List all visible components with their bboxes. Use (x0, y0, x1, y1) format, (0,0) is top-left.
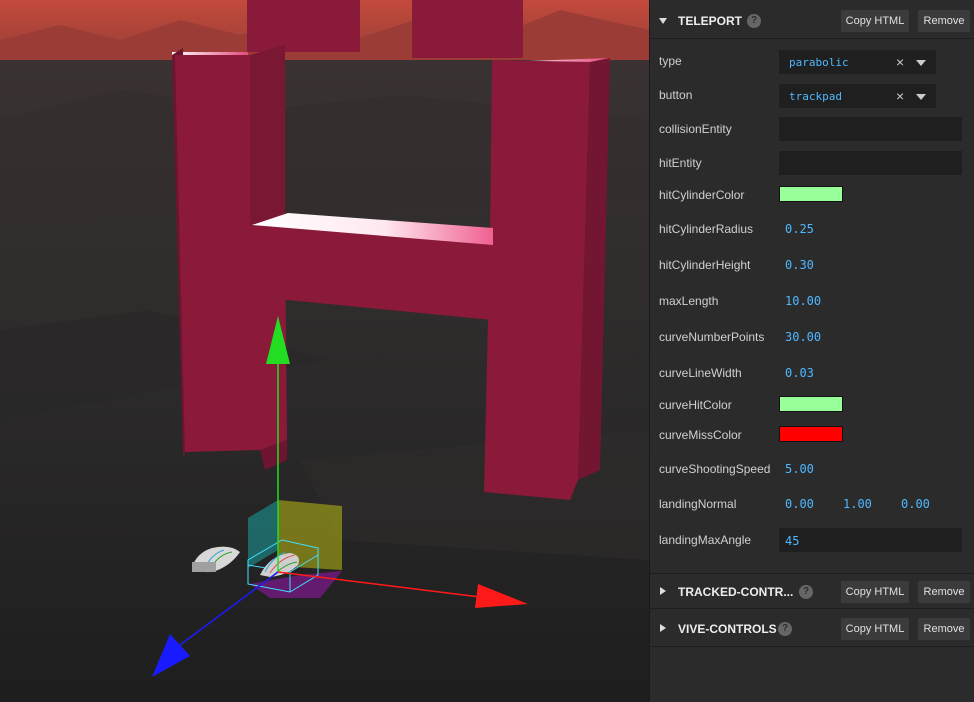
collapse-arrow-icon[interactable] (659, 18, 667, 24)
scene-canvas[interactable] (0, 0, 649, 702)
prop-label: type (659, 54, 682, 68)
inspector-panel: TELEPORT ? Copy HTML Remove type parabol… (649, 0, 974, 702)
clear-icon[interactable]: × (896, 88, 904, 104)
hit-cylinder-height-input[interactable]: 0.30 (785, 258, 814, 272)
prop-row-collision-entity: collisionEntity (650, 114, 974, 144)
landing-normal-x-input[interactable]: 0.00 (785, 497, 814, 511)
expand-arrow-icon[interactable] (660, 624, 666, 632)
component-title: TELEPORT (678, 14, 743, 28)
prop-row-curve-hit-color: curveHitColor (650, 390, 974, 420)
curve-miss-color-swatch[interactable] (779, 426, 843, 442)
chevron-down-icon[interactable] (916, 94, 926, 100)
hit-entity-input[interactable] (779, 151, 962, 175)
prop-label: landingNormal (659, 497, 737, 511)
component-header-teleport[interactable]: TELEPORT ? Copy HTML Remove (650, 3, 974, 39)
prop-row-curve-shooting-speed: curveShootingSpeed 5.00 (650, 454, 974, 484)
component-header-vive-controls[interactable]: VIVE-CONTROLS ? Copy HTML Remove (650, 611, 974, 647)
remove-button[interactable]: Remove (918, 581, 970, 603)
prop-label: curveMissColor (659, 428, 742, 442)
prop-label: maxLength (659, 294, 719, 308)
landing-normal-z-input[interactable]: 0.00 (901, 497, 930, 511)
landing-normal-y-input[interactable]: 1.00 (843, 497, 872, 511)
prop-label: hitCylinderColor (659, 188, 745, 202)
prop-label: curveNumberPoints (659, 330, 765, 344)
curve-hit-color-swatch[interactable] (779, 396, 843, 412)
prop-row-curve-miss-color: curveMissColor (650, 420, 974, 450)
scene-viewport[interactable] (0, 0, 649, 702)
prop-row-landing-max-angle: landingMaxAngle 45 (650, 525, 974, 555)
prop-row-type: type parabolic × (650, 46, 974, 76)
hit-cylinder-color-swatch[interactable] (779, 186, 843, 202)
expand-arrow-icon[interactable] (660, 587, 666, 595)
copy-html-button[interactable]: Copy HTML (841, 10, 909, 32)
question-circle-icon[interactable]: ? (799, 585, 813, 599)
prop-label: curveShootingSpeed (659, 462, 771, 476)
clear-icon[interactable]: × (896, 54, 904, 70)
prop-label: landingMaxAngle (659, 533, 752, 547)
prop-row-button: button trackpad × (650, 80, 974, 110)
prop-row-landing-normal: landingNormal 0.00 1.00 0.00 (650, 489, 974, 519)
curve-number-points-input[interactable]: 30.00 (785, 330, 821, 344)
prop-row-curve-number-points: curveNumberPoints 30.00 (650, 322, 974, 352)
max-length-input[interactable]: 10.00 (785, 294, 821, 308)
letter-h-top-edge (172, 52, 248, 55)
prop-row-hit-entity: hitEntity (650, 148, 974, 178)
prop-row-max-length: maxLength 10.00 (650, 286, 974, 316)
question-circle-icon[interactable]: ? (747, 14, 761, 28)
prop-label: collisionEntity (659, 122, 732, 136)
prop-label: hitEntity (659, 156, 702, 170)
prop-label: button (659, 88, 693, 102)
chevron-down-icon[interactable] (916, 60, 926, 66)
letter-h-stub-right (412, 0, 523, 58)
copy-html-button[interactable]: Copy HTML (841, 581, 909, 603)
remove-button[interactable]: Remove (918, 10, 970, 32)
prop-row-hit-cylinder-color: hitCylinderColor (650, 180, 974, 210)
prop-label: curveLineWidth (659, 366, 742, 380)
prop-label: hitCylinderRadius (659, 222, 754, 236)
prop-row-hit-cylinder-radius: hitCylinderRadius 0.25 (650, 214, 974, 244)
curve-shooting-speed-input[interactable]: 5.00 (785, 462, 814, 476)
letter-h-right-pillar (484, 60, 590, 500)
landing-max-angle-input[interactable]: 45 (779, 528, 962, 552)
prop-label: hitCylinderHeight (659, 258, 751, 272)
select-value: trackpad (789, 90, 842, 103)
curve-line-width-input[interactable]: 0.03 (785, 366, 814, 380)
question-circle-icon[interactable]: ? (778, 622, 792, 636)
component-title: TRACKED-CONTR... (678, 585, 794, 599)
component-header-tracked-controls[interactable]: TRACKED-CONTR... ? Copy HTML Remove (650, 573, 974, 609)
prop-row-curve-line-width: curveLineWidth 0.03 (650, 358, 974, 388)
select-value: parabolic (789, 56, 849, 69)
letter-h-stub-left (247, 0, 360, 52)
prop-label: curveHitColor (659, 398, 732, 412)
hit-cylinder-radius-input[interactable]: 0.25 (785, 222, 814, 236)
input-value: 45 (785, 534, 800, 548)
prop-row-hit-cylinder-height: hitCylinderHeight 0.30 (650, 250, 974, 280)
collision-entity-input[interactable] (779, 117, 962, 141)
button-select[interactable]: trackpad × (779, 84, 936, 108)
copy-html-button[interactable]: Copy HTML (841, 618, 909, 640)
type-select[interactable]: parabolic × (779, 50, 936, 74)
remove-button[interactable]: Remove (918, 618, 970, 640)
component-title: VIVE-CONTROLS (678, 622, 777, 636)
